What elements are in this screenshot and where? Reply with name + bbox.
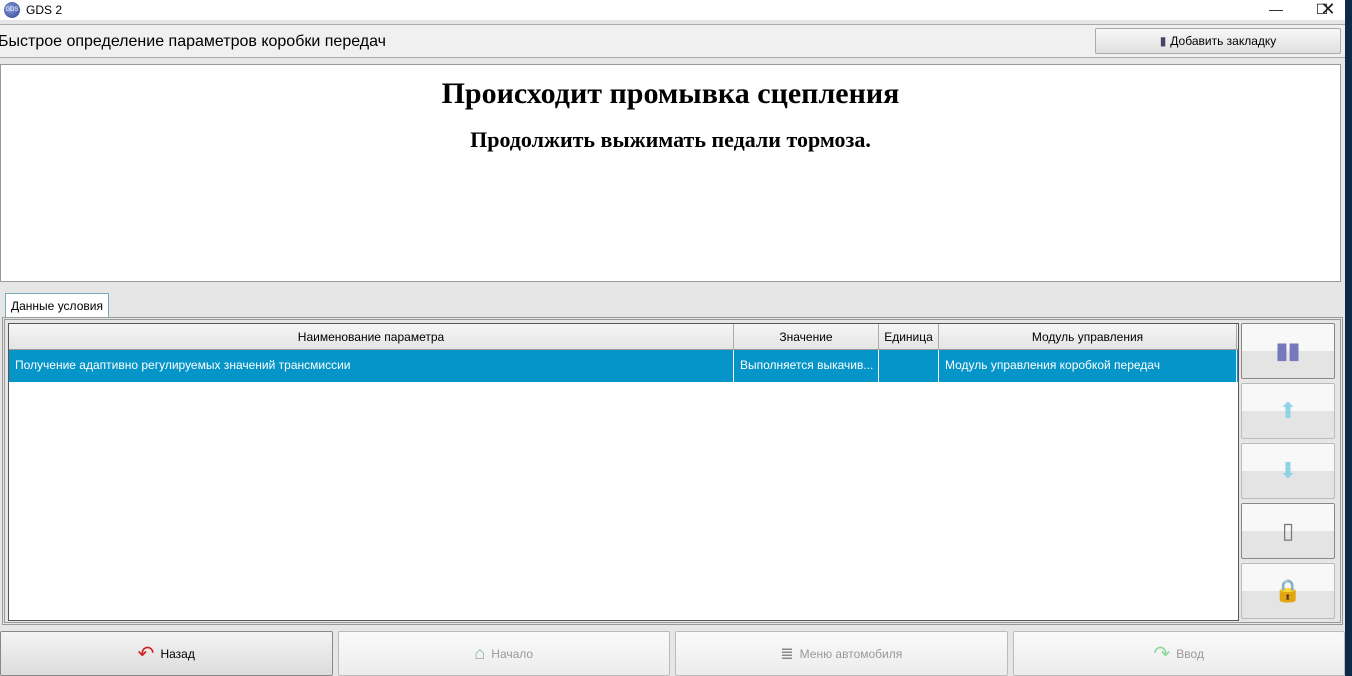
gds-logo-icon: GDS [4, 2, 20, 18]
home-label: Начало [491, 646, 534, 661]
page-title: Быстрое определение параметров коробки п… [0, 33, 386, 50]
add-bookmark-label: Добавить закладку [1170, 34, 1277, 48]
home-button[interactable]: ⌂ Начало [337, 631, 670, 676]
arrow-down-icon: ⬇ [1278, 458, 1298, 483]
footer-nav: ↶ Назад ⌂ Начало ≣ Меню автомобиля ↷ Ввод [0, 631, 1345, 676]
home-icon: ⌂ [474, 643, 486, 663]
parameter-table: Наименование параметра Значение Единица … [8, 323, 1239, 621]
add-bookmark-button[interactable]: ▮ Добавить закладку [1095, 28, 1341, 54]
bookmark-icon: ▮ [1159, 34, 1167, 48]
tab-condition-data[interactable]: Данные условия [5, 293, 109, 317]
arrow-up-icon: ⬆ [1278, 398, 1298, 423]
message-title: Происходит промывка сцепления [441, 77, 900, 110]
vehicle-menu-button[interactable]: ≣ Меню автомобиля [675, 631, 1008, 676]
column-header-name[interactable]: Наименование параметра [9, 324, 734, 349]
title-bar: GDS GDS 2 — ☐ ✕ [0, 0, 1345, 20]
enter-arrow-icon: ↷ [1153, 643, 1171, 665]
vehicle-menu-label: Меню автомобиля [799, 646, 903, 661]
page-header: Быстрое определение параметров коробки п… [0, 24, 1345, 58]
table-header: Наименование параметра Значение Единица … [9, 324, 1238, 350]
cell-name: Получение адаптивно регулируемых значени… [9, 350, 734, 382]
side-toolbar: ▮▮ ⬆ ⬇ ▯ 🔒 [1241, 323, 1335, 623]
close-button[interactable]: ✕ [1310, 0, 1346, 20]
window-title: GDS 2 [26, 3, 63, 17]
back-arrow-icon: ↶ [137, 643, 155, 665]
column-header-value[interactable]: Значение [734, 324, 879, 349]
cell-module: Модуль управления коробкой передач [939, 350, 1237, 382]
app-window: GDS GDS 2 — ☐ ✕ Быстрое определение пара… [0, 0, 1345, 676]
scroll-down-button[interactable]: ⬇ [1241, 443, 1335, 499]
pause-icon: ▮▮ [1275, 338, 1301, 363]
message-subtitle: Продолжить выжимать педали тормоза. [470, 127, 871, 152]
cell-unit [879, 350, 939, 382]
lock-button[interactable]: 🔒 [1241, 563, 1335, 619]
menu-icon: ≣ [780, 645, 794, 663]
scroll-up-button[interactable]: ⬆ [1241, 383, 1335, 439]
column-header-module[interactable]: Модуль управления [939, 324, 1237, 349]
minimize-icon [1253, 0, 1299, 20]
toggle-switch-button[interactable]: ▯ [1241, 503, 1335, 559]
enter-label: Ввод [1176, 646, 1204, 661]
table-row[interactable]: Получение адаптивно регулируемых значени… [9, 350, 1238, 382]
column-header-unit[interactable]: Единица [879, 324, 939, 349]
enter-button[interactable]: ↷ Ввод [1012, 631, 1345, 676]
pause-button[interactable]: ▮▮ [1241, 323, 1335, 379]
data-panel: Наименование параметра Значение Единица … [2, 317, 1343, 625]
back-button[interactable]: ↶ Назад [0, 631, 333, 676]
switch-icon: ▯ [1281, 518, 1295, 543]
back-label: Назад [160, 646, 195, 661]
lock-icon: 🔒 [1274, 578, 1302, 603]
cell-value: Выполняется выкачив... [734, 350, 879, 382]
message-panel: Происходит промывка сцепления Продолжить… [0, 64, 1341, 282]
